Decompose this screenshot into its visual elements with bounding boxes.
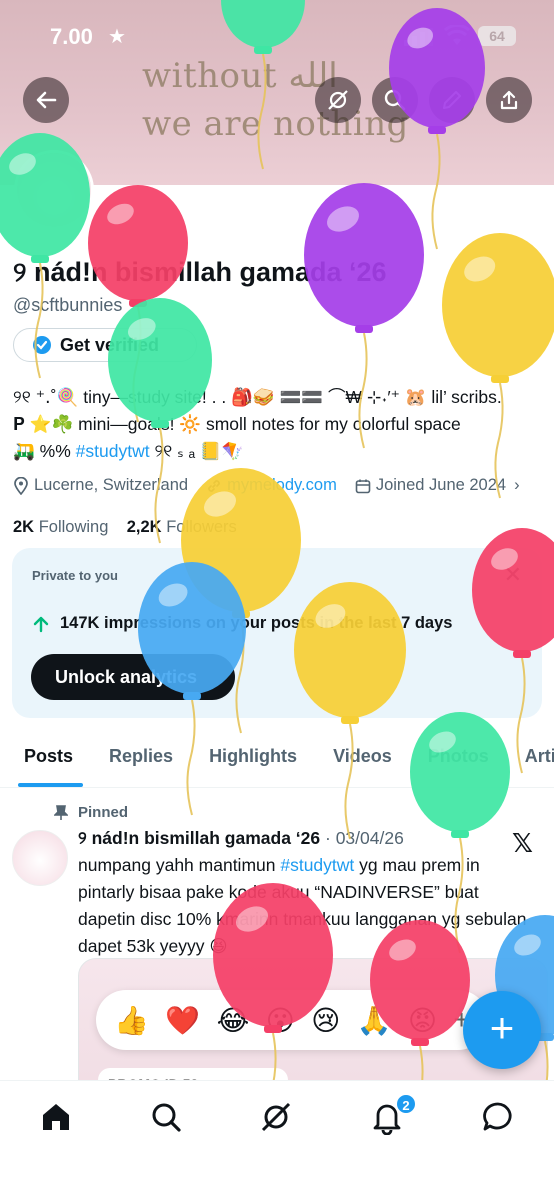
reaction-picker: 👍 ❤️ 😂 😮 😢 🙏 😡 + bbox=[96, 990, 488, 1050]
arrow-up-icon bbox=[33, 616, 49, 632]
location-text: Lucerne, Switzerland bbox=[34, 476, 189, 494]
get-verified-label: Get verified bbox=[60, 334, 160, 355]
tab-posts[interactable]: Posts bbox=[0, 732, 85, 787]
reaction-heart[interactable]: ❤️ bbox=[165, 1004, 200, 1037]
battery-indicator: 64 bbox=[478, 26, 516, 46]
wifi-icon bbox=[444, 25, 470, 45]
bio-hashtag-link[interactable]: #studytwt bbox=[76, 441, 150, 461]
followers-link[interactable]: 2,2K Followers bbox=[127, 518, 237, 536]
website[interactable]: mymelody.com bbox=[206, 476, 337, 495]
following-count: 2K bbox=[13, 518, 35, 536]
profile-bio: ୨୧ ⁺․˚🍭 tiny—study site! . . 🎒🥪 🟰🟰 ⌒₩ ⊹˖… bbox=[13, 384, 543, 465]
profile-tabs: Posts Replies Highlights Videos Photos A… bbox=[0, 732, 554, 788]
banner-caption: without الله we are nothing bbox=[142, 52, 409, 148]
tab-photos[interactable]: Photos bbox=[404, 732, 501, 787]
analytics-card: Private to you ✕ 147K impressions on you… bbox=[12, 548, 542, 718]
post-text: numpang yahh mantimun #studytwt yg mau p… bbox=[78, 852, 540, 960]
compose-post-button[interactable]: + bbox=[463, 991, 541, 1069]
reaction-laugh[interactable]: 😂 bbox=[217, 1004, 250, 1037]
status-bar: 7.00 ★ 64 bbox=[0, 22, 554, 54]
close-icon[interactable]: ✕ bbox=[504, 562, 522, 588]
search-icon bbox=[384, 89, 406, 111]
home-icon[interactable] bbox=[38, 1099, 74, 1135]
grok-button[interactable] bbox=[315, 77, 361, 123]
bio-line-3: 🛺 %% #studytwt ୨୧ ₛ ₐ 📒🪁 bbox=[13, 438, 543, 465]
impressions-row: 147K impressions on your posts in the la… bbox=[32, 614, 452, 633]
post-hashtag-link[interactable]: #studytwt bbox=[280, 855, 354, 875]
messages-icon[interactable] bbox=[480, 1099, 516, 1135]
following-link[interactable]: 2K Following bbox=[13, 518, 108, 536]
calendar-icon bbox=[355, 479, 371, 493]
location-pin-icon bbox=[14, 476, 28, 495]
bio-line-3-prefix: 🛺 %% bbox=[13, 441, 71, 461]
banner-line-2: we are nothing bbox=[142, 104, 409, 144]
status-time: 7.00 bbox=[50, 24, 93, 49]
post-date[interactable]: · 03/04/26 bbox=[325, 828, 404, 848]
post-avatar[interactable] bbox=[12, 830, 68, 886]
pinned-indicator: Pinned bbox=[54, 804, 128, 821]
search-button[interactable] bbox=[372, 77, 418, 123]
website-link[interactable]: mymelody.com bbox=[227, 476, 337, 495]
grok-icon bbox=[328, 90, 348, 110]
focus-star-icon: ★ bbox=[108, 26, 126, 48]
verified-badge-icon bbox=[33, 336, 51, 354]
tab-replies[interactable]: Replies bbox=[85, 732, 185, 787]
grok-nav-icon[interactable] bbox=[258, 1099, 294, 1135]
profile-meta: Lucerne, Switzerland mymelody.com Joined… bbox=[13, 476, 554, 495]
share-icon bbox=[500, 90, 518, 110]
notifications-badge: 2 bbox=[395, 1093, 417, 1115]
bottom-navigation bbox=[0, 1080, 554, 1199]
profile-avatar[interactable] bbox=[14, 150, 94, 230]
impressions-text: 147K impressions on your posts in the la… bbox=[60, 614, 453, 632]
pin-icon bbox=[54, 804, 68, 820]
follow-stats: 2K Following 2,2K Followers bbox=[13, 518, 237, 537]
bio-line-2: 𝚸 ⭐️☘️ mini—goals! 🔆 smoll notes for my … bbox=[13, 414, 461, 434]
search-nav-icon[interactable] bbox=[148, 1099, 184, 1135]
pencil-icon bbox=[443, 91, 461, 109]
signal-icon bbox=[404, 28, 433, 46]
location: Lucerne, Switzerland bbox=[13, 476, 188, 495]
tab-videos[interactable]: Videos bbox=[309, 732, 404, 787]
banner-line-1: without الله bbox=[142, 56, 338, 96]
back-button[interactable] bbox=[23, 77, 69, 123]
following-label: Following bbox=[38, 518, 109, 536]
followers-label: Followers bbox=[166, 518, 237, 536]
post-header: ୨ nád!n bismillah gamada ‘26 · 03/04/26 bbox=[78, 828, 404, 849]
post-author[interactable]: ୨ nád!n bismillah gamada ‘26 bbox=[78, 828, 320, 848]
reaction-pray[interactable]: 🙏 bbox=[357, 1004, 392, 1037]
reaction-cry[interactable]: 😢 bbox=[311, 1004, 340, 1037]
post-text-start: numpang yahh mantimun bbox=[78, 855, 281, 875]
get-verified-button[interactable]: Get verified bbox=[13, 328, 197, 362]
followers-count: 2,2K bbox=[126, 518, 162, 536]
profile-handle: @scftbunnies bbox=[13, 295, 123, 315]
profile-name: ୨ nád!n bismillah gamada ‘26 bbox=[13, 257, 387, 287]
tab-articles[interactable]: Artic bbox=[501, 732, 554, 787]
share-button[interactable] bbox=[486, 77, 532, 123]
tab-highlights[interactable]: Highlights bbox=[185, 732, 309, 787]
avatar-image bbox=[17, 153, 91, 227]
pinned-label: Pinned bbox=[78, 804, 129, 821]
unlock-analytics-button[interactable]: Unlock analytics bbox=[31, 654, 235, 700]
reaction-angry[interactable]: 😡 bbox=[408, 1004, 437, 1037]
reaction-surprised[interactable]: 😮 bbox=[266, 1004, 295, 1037]
edit-button[interactable] bbox=[429, 77, 475, 123]
joined-text: Joined June 2024 bbox=[375, 476, 507, 494]
chevron-right-icon[interactable]: › bbox=[514, 476, 520, 495]
joined-date: Joined June 2024 bbox=[355, 476, 506, 495]
bio-line-3-suffix: ୨୧ ₛ ₐ 📒🪁 bbox=[154, 441, 244, 461]
arrow-left-icon bbox=[36, 91, 57, 109]
bio-line-1: ୨୧ ⁺․˚🍭 tiny—study site! . . 🎒🥪 🟰🟰 ⌒₩ ⊹˖… bbox=[13, 387, 502, 407]
link-icon bbox=[208, 479, 220, 492]
reaction-thumbs-up[interactable]: 👍 bbox=[114, 1004, 149, 1037]
private-label: Private to you bbox=[32, 568, 118, 583]
